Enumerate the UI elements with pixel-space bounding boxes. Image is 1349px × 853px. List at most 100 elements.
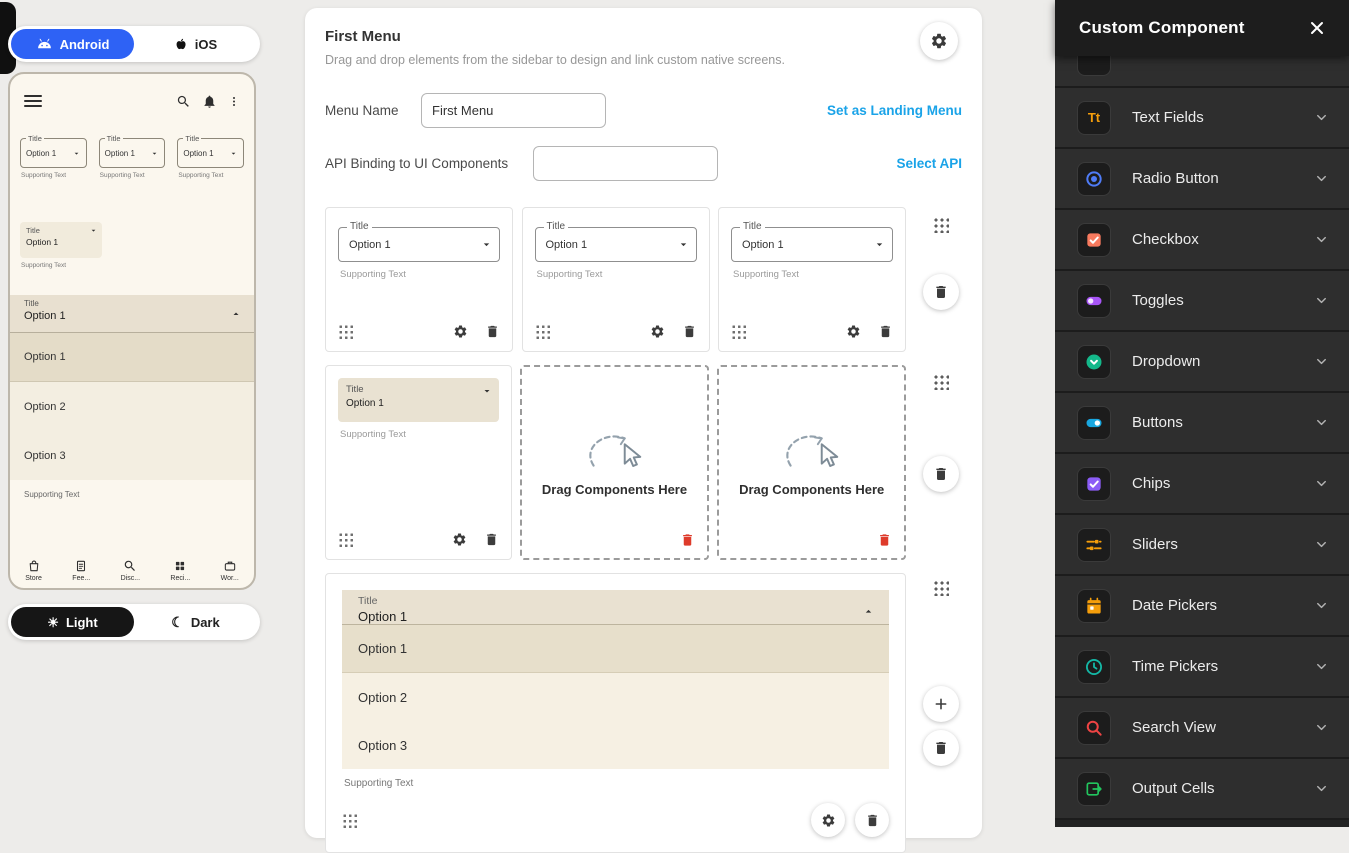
- panel-item-checkbox[interactable]: Checkbox: [1055, 210, 1349, 271]
- panel-item-time-pickers[interactable]: Time Pickers: [1055, 637, 1349, 698]
- bell-icon[interactable]: [202, 94, 217, 109]
- dropdown-option[interactable]: Option 2: [342, 673, 889, 721]
- dropdown-value: Option 1: [26, 149, 56, 158]
- dropdown-field[interactable]: Title Option 1: [535, 227, 697, 262]
- dropdown-component-card: Title Option 1 Supporting Text: [325, 207, 513, 352]
- panel-item-chips[interactable]: Chips: [1055, 454, 1349, 515]
- drop-target-card[interactable]: Drag Components Here: [520, 365, 709, 560]
- trash-icon: [933, 466, 949, 482]
- component-delete-button[interactable]: [855, 803, 889, 837]
- chevron-down-icon[interactable]: [1314, 598, 1329, 613]
- panel-item-dropdown[interactable]: Dropdown: [1055, 332, 1349, 393]
- nav-item-feed[interactable]: Fee...: [72, 559, 90, 582]
- preview-dropdown-field[interactable]: Title Option 1: [20, 138, 87, 168]
- panel-item-buttons[interactable]: Buttons: [1055, 393, 1349, 454]
- drag-here-icon: [777, 428, 847, 476]
- light-theme-button[interactable]: ☀ Light: [11, 607, 134, 637]
- chevron-down-icon[interactable]: [1314, 415, 1329, 430]
- row-delete-button[interactable]: [923, 730, 959, 766]
- component-delete-button[interactable]: [485, 324, 500, 339]
- panel-item-search-view[interactable]: Search View: [1055, 698, 1349, 759]
- chevron-down-icon[interactable]: [1314, 659, 1329, 674]
- dropdown-field[interactable]: Title Option 1: [338, 227, 500, 262]
- menu-settings-button[interactable]: [920, 22, 958, 60]
- ios-toggle-label: iOS: [195, 37, 217, 52]
- preview-dropdown-field[interactable]: Title Option 1: [99, 138, 166, 168]
- chevron-down-icon[interactable]: [1314, 720, 1329, 735]
- select-api-link[interactable]: Select API: [896, 156, 962, 171]
- drag-handle[interactable]: [342, 813, 357, 828]
- dropdown-field[interactable]: Title Option 1: [338, 378, 499, 422]
- dropdown-title-label: Title: [105, 134, 123, 143]
- panel-header: Custom Component: [1055, 0, 1349, 56]
- close-icon[interactable]: [1307, 18, 1327, 38]
- search-icon[interactable]: [176, 94, 191, 109]
- api-binding-input[interactable]: [533, 146, 718, 181]
- menu-editor-panel: First Menu Drag and drop elements from t…: [305, 8, 982, 838]
- component-settings-button[interactable]: [453, 324, 468, 339]
- component-delete-button[interactable]: [878, 324, 893, 339]
- menu-name-input[interactable]: [421, 93, 606, 128]
- drag-handle[interactable]: [338, 324, 353, 339]
- chevron-down-icon[interactable]: [1314, 110, 1329, 125]
- row-add-button[interactable]: [923, 686, 959, 722]
- nav-item-work[interactable]: Wor...: [221, 559, 239, 582]
- chevron-down-icon[interactable]: [1314, 171, 1329, 186]
- dropdown-option[interactable]: Option 3: [10, 431, 254, 480]
- dropdown-option[interactable]: Option 2: [10, 382, 254, 431]
- kebab-menu-icon[interactable]: [228, 94, 240, 109]
- drag-handle[interactable]: [338, 532, 353, 547]
- nav-item-discover[interactable]: Disc...: [121, 559, 140, 582]
- panel-item-radio-button[interactable]: Radio Button: [1055, 149, 1349, 210]
- chevron-down-icon[interactable]: [1314, 781, 1329, 796]
- panel-item-text-fields[interactable]: Tt Text Fields: [1055, 88, 1349, 149]
- row-drag-handle[interactable]: [933, 217, 949, 233]
- supporting-text: Supporting Text: [178, 172, 244, 179]
- chevron-down-icon[interactable]: [1314, 232, 1329, 247]
- dropdown-option[interactable]: Option 1: [342, 625, 889, 673]
- dark-theme-button[interactable]: ☾ Dark: [134, 607, 257, 637]
- component-settings-button[interactable]: [846, 324, 861, 339]
- nav-item-store[interactable]: Store: [25, 559, 42, 582]
- dropdown-option[interactable]: Option 3: [342, 721, 889, 769]
- component-delete-button[interactable]: [682, 324, 697, 339]
- dropdown-option[interactable]: Option 1: [10, 333, 254, 382]
- hamburger-menu-icon[interactable]: [24, 95, 42, 107]
- row-delete-button[interactable]: [923, 274, 959, 310]
- row-delete-button[interactable]: [923, 456, 959, 492]
- chevron-down-icon[interactable]: [1314, 293, 1329, 308]
- panel-item-label: Buttons: [1132, 414, 1183, 431]
- row-drag-handle[interactable]: [933, 374, 949, 390]
- expanded-dropdown-header[interactable]: Title Option 1: [342, 590, 889, 625]
- dropdown-field[interactable]: Title Option 1: [731, 227, 893, 262]
- expanded-dropdown-header[interactable]: Title Option 1: [10, 295, 254, 333]
- preview-filled-dropdown-field[interactable]: Title Option 1: [20, 222, 102, 258]
- component-delete-button[interactable]: [484, 532, 499, 547]
- component-settings-button[interactable]: [650, 324, 665, 339]
- drag-handle[interactable]: [731, 324, 746, 339]
- component-settings-button[interactable]: [452, 532, 467, 547]
- panel-item-output-cells[interactable]: Output Cells: [1055, 759, 1349, 820]
- page-subtitle: Drag and drop elements from the sidebar …: [325, 53, 962, 67]
- nav-item-recipes[interactable]: Reci...: [170, 559, 190, 582]
- panel-item-toggles[interactable]: Toggles: [1055, 271, 1349, 332]
- set-landing-menu-link[interactable]: Set as Landing Menu: [827, 103, 962, 118]
- panel-item-date-pickers[interactable]: Date Pickers: [1055, 576, 1349, 637]
- drag-handle[interactable]: [535, 324, 550, 339]
- drop-target-card[interactable]: Drag Components Here: [717, 365, 906, 560]
- dropdown-value: Option 1: [346, 398, 491, 409]
- panel-item-partial[interactable]: [1055, 56, 1349, 88]
- android-toggle-button[interactable]: Android: [11, 29, 134, 59]
- chevron-down-icon[interactable]: [1314, 354, 1329, 369]
- slot-delete-button[interactable]: [680, 532, 695, 548]
- chevron-down-icon[interactable]: [1314, 537, 1329, 552]
- ios-toggle-button[interactable]: iOS: [134, 29, 257, 59]
- trash-icon: [933, 284, 949, 300]
- supporting-text: Supporting Text: [21, 262, 102, 269]
- component-settings-button[interactable]: [811, 803, 845, 837]
- slot-delete-button[interactable]: [877, 532, 892, 548]
- panel-item-sliders[interactable]: Sliders: [1055, 515, 1349, 576]
- preview-dropdown-field[interactable]: Title Option 1: [177, 138, 244, 168]
- chevron-down-icon[interactable]: [1314, 476, 1329, 491]
- row-drag-handle[interactable]: [933, 580, 949, 596]
